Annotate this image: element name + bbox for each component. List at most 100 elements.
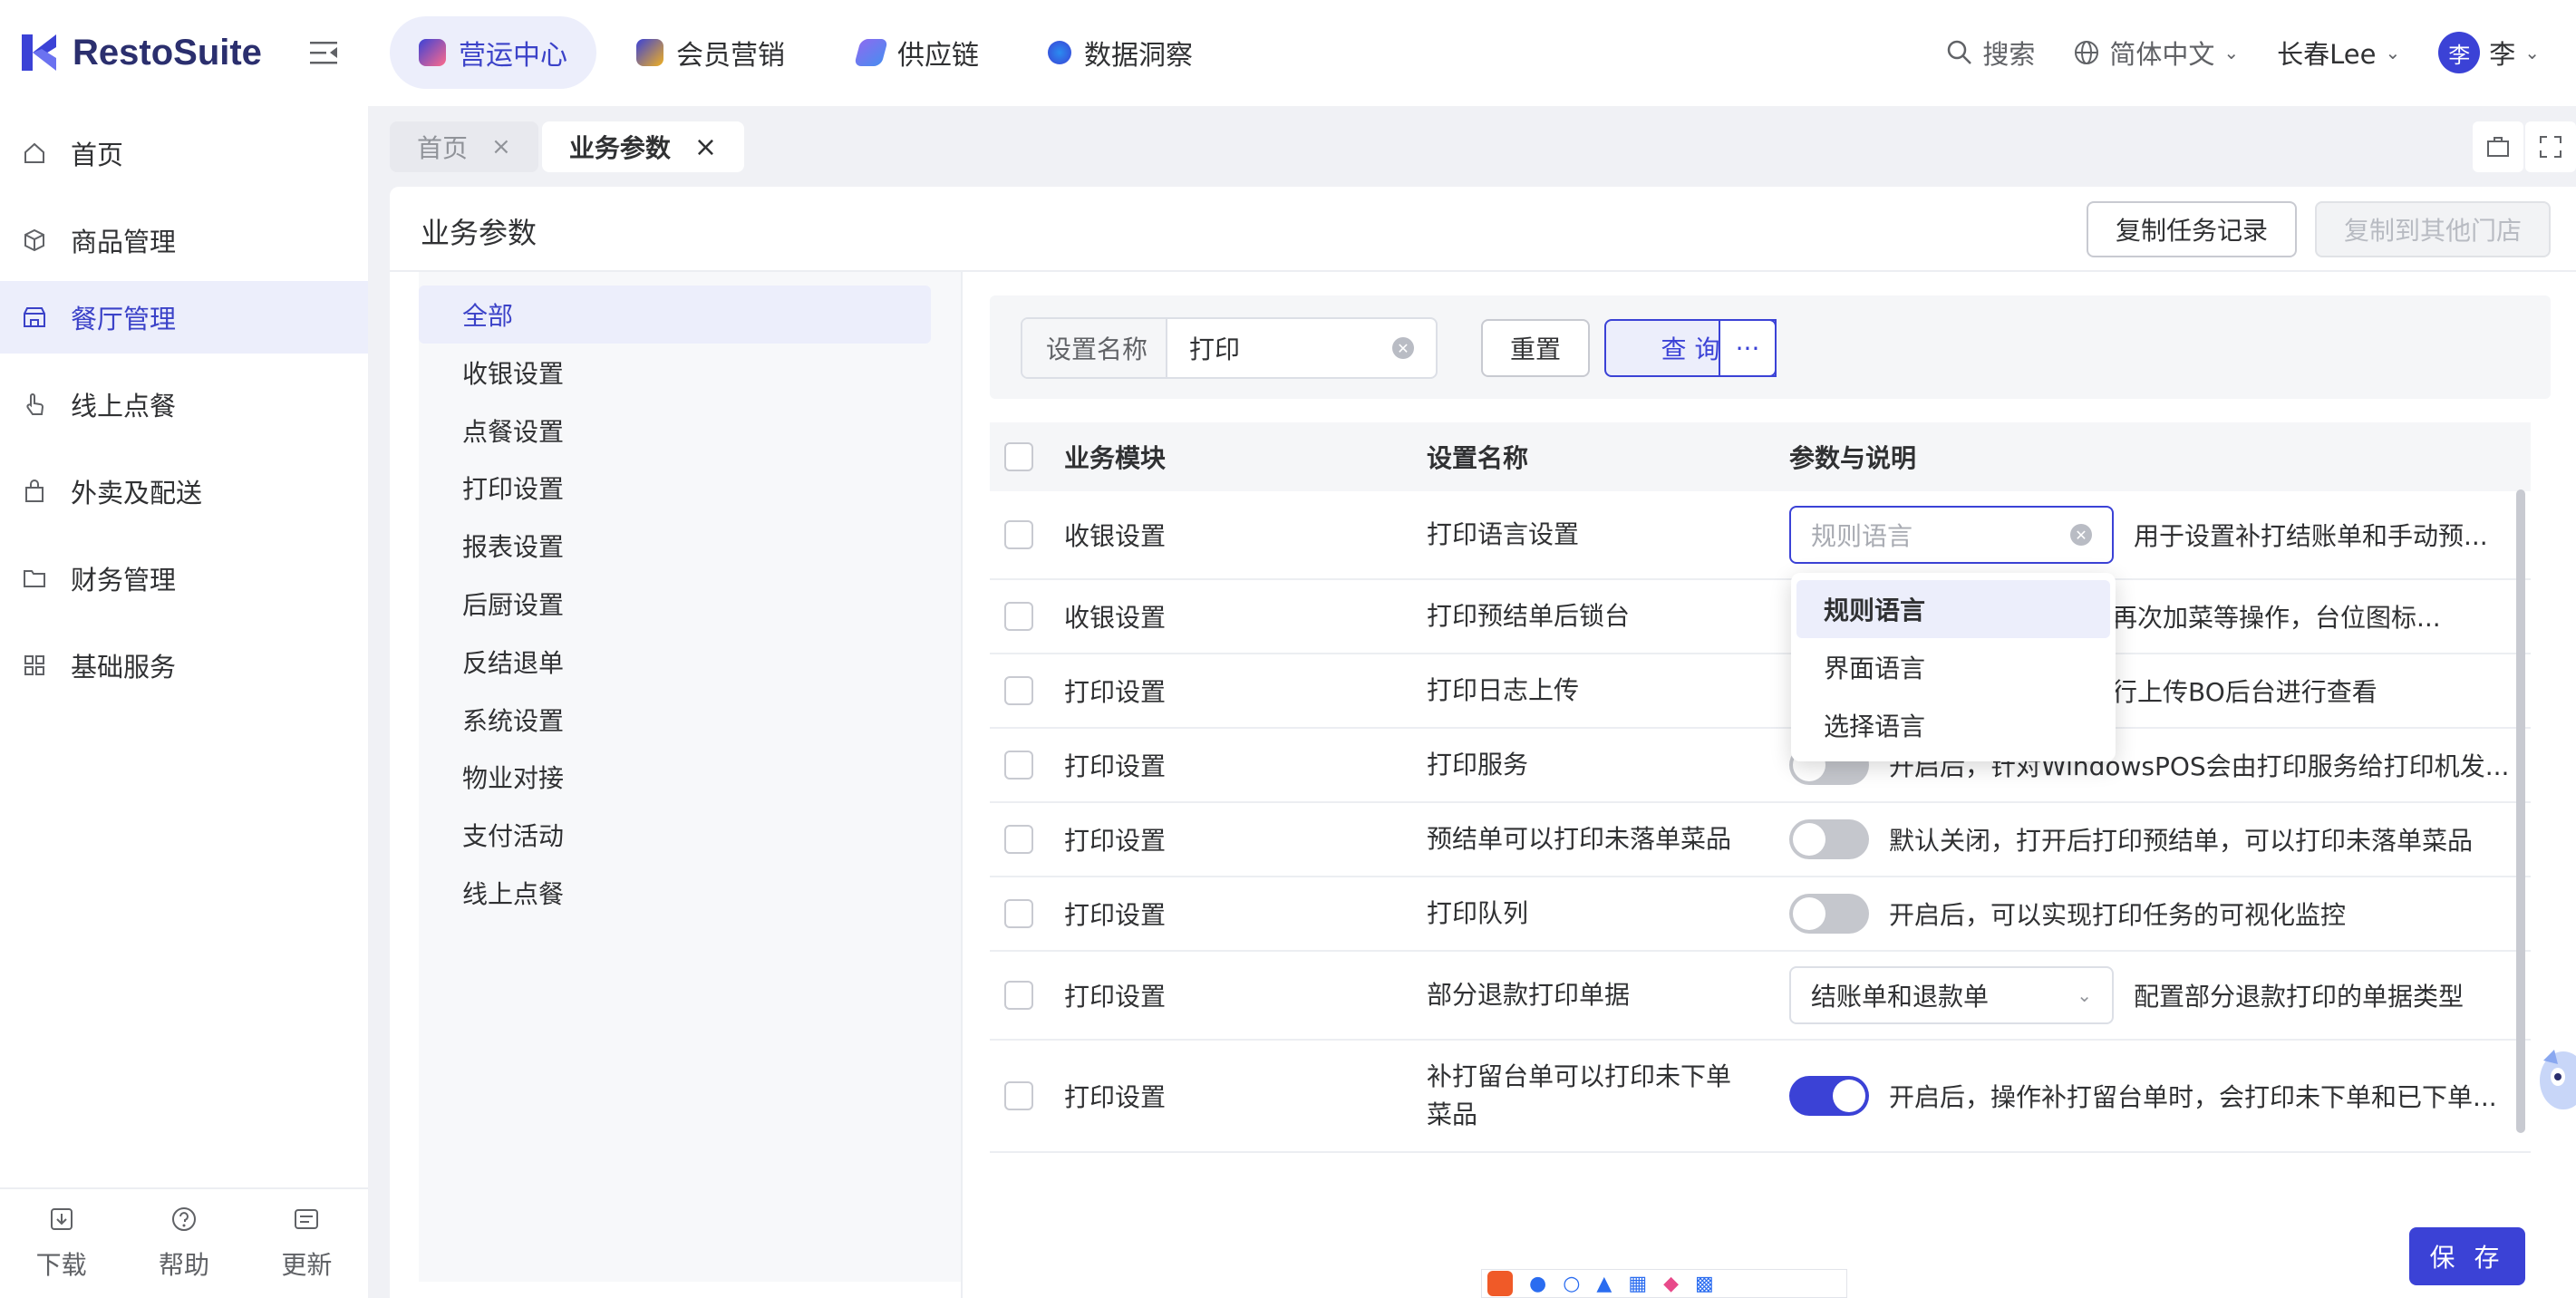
search-button[interactable]: 搜索 <box>1946 34 2035 72</box>
save-button[interactable]: 保 存 <box>2409 1227 2525 1285</box>
category-item[interactable]: 报表设置 <box>419 517 931 575</box>
cell-setting-name: 部分退款打印单据 <box>1427 980 1631 1010</box>
sidebar-item-label: 首页 <box>71 140 124 170</box>
clear-icon[interactable]: ✕ <box>2070 524 2092 546</box>
category-item[interactable]: 系统设置 <box>419 691 931 749</box>
nav-tab-membership[interactable]: 会员营销 <box>607 16 814 89</box>
divider <box>961 272 963 1298</box>
fullscreen-button[interactable] <box>2525 121 2576 172</box>
dropdown-option[interactable]: 选择语言 <box>1796 696 2110 754</box>
store-selector[interactable]: 长春Lee ⌄ <box>2277 34 2400 72</box>
row-checkbox[interactable] <box>1004 877 1033 950</box>
help-label: 帮助 <box>158 1250 209 1280</box>
table-row: 收银设置 打印语言设置 规则语言 ✕ 用于设置补打结账单和手动预... <box>990 491 2531 580</box>
collapse-menu-icon[interactable] <box>308 34 339 71</box>
row-checkbox[interactable] <box>1004 729 1033 801</box>
user-menu[interactable]: 李 李 ⌄ <box>2438 32 2540 73</box>
cell-module: 打印设置 <box>1064 751 1167 781</box>
avatar: 李 <box>2438 32 2481 73</box>
supply-chain-icon <box>853 39 889 66</box>
category-item[interactable]: 打印设置 <box>419 459 931 517</box>
setting-toggle[interactable] <box>1789 803 1869 876</box>
copy-to-other-stores-button[interactable]: 复制到其他门店 <box>2315 201 2552 257</box>
category-item[interactable]: 点餐设置 <box>419 402 931 460</box>
category-item[interactable]: 全部 <box>419 286 931 344</box>
chevron-down-icon: ⌄ <box>2077 984 2092 1006</box>
dropdown-option[interactable]: 规则语言 <box>1796 580 2110 638</box>
reset-button[interactable]: 重置 <box>1481 319 1590 377</box>
page-tabs: 首页 × 业务参数 × <box>390 121 744 172</box>
row-checkbox[interactable] <box>1004 952 1033 1039</box>
cube-icon <box>24 228 44 252</box>
refund-docs-select[interactable]: 结账单和退款单 ⌄ <box>1789 952 2114 1039</box>
category-item[interactable]: 线上点餐 <box>419 864 931 922</box>
cell-setting-name: 打印预结单后锁台 <box>1427 601 1631 631</box>
assistant-mascot-icon[interactable] <box>2527 1033 2576 1128</box>
page-tab-business-params[interactable]: 业务参数 × <box>541 121 744 172</box>
sidebar-item-label: 商品管理 <box>71 227 177 257</box>
row-checkbox[interactable] <box>1004 803 1033 876</box>
download-label: 下载 <box>35 1250 87 1280</box>
download-icon <box>50 1208 73 1230</box>
close-icon[interactable]: × <box>491 133 511 160</box>
page-tab-label: 首页 <box>417 133 469 163</box>
category-item[interactable]: 支付活动 <box>419 806 931 864</box>
sidebar-item-label: 餐厅管理 <box>71 304 177 334</box>
language-select[interactable]: 规则语言 ✕ <box>1789 491 2114 578</box>
sidebar-item-restaurant[interactable]: 餐厅管理 <box>0 281 368 354</box>
operations-icon <box>419 39 446 66</box>
row-checkbox[interactable] <box>1004 580 1033 653</box>
logo[interactable]: RestoSuite <box>20 27 262 78</box>
refresh-page-button[interactable] <box>2473 121 2523 172</box>
logo-icon <box>22 34 56 71</box>
dropdown-option[interactable]: 界面语言 <box>1796 638 2110 696</box>
sidebar-item-basic-services[interactable]: 基础服务 <box>0 629 368 702</box>
sidebar-item-products[interactable]: 商品管理 <box>0 204 368 276</box>
table-scrollbar[interactable] <box>2516 489 2525 1133</box>
data-insights-icon <box>1048 41 1071 64</box>
header-param: 参数与说明 <box>1789 443 1917 473</box>
update-button[interactable]: 更新 <box>281 1206 332 1282</box>
language-selector[interactable]: 简体中文 ⌄ <box>2073 34 2239 72</box>
setting-toggle[interactable] <box>1789 1041 1869 1151</box>
chevron-down-icon: ⌄ <box>2385 42 2401 63</box>
close-icon[interactable]: × <box>694 131 717 163</box>
setting-name-filter[interactable]: 设置名称 打印 ✕ <box>1021 317 1438 379</box>
sidebar-item-delivery[interactable]: 外卖及配送 <box>0 455 368 528</box>
download-button[interactable]: 下载 <box>36 1206 87 1282</box>
user-name: 李 <box>2489 39 2516 70</box>
sidebar-item-finance[interactable]: 财务管理 <box>0 542 368 615</box>
ime-mode-icon: ● <box>1529 1272 1547 1295</box>
sidebar-item-online-order[interactable]: 线上点餐 <box>0 368 368 441</box>
select-all-checkbox[interactable] <box>1004 422 1033 491</box>
row-checkbox[interactable] <box>1004 654 1033 727</box>
nav-tab-data-insights[interactable]: 数据洞察 <box>1019 16 1222 89</box>
row-checkbox[interactable] <box>1004 491 1033 578</box>
help-button[interactable]: 帮助 <box>159 1206 209 1282</box>
more-button[interactable]: ··· <box>1719 319 1777 377</box>
nav-tab-label: 会员营销 <box>676 40 785 72</box>
table-row: 打印设置 打印队列 开启后，可以实现打印任务的可视化监控 <box>990 877 2531 952</box>
ime-toolbar[interactable]: ● ○ ▲ ▦ ◆ ▩ <box>1481 1269 1847 1298</box>
category-item[interactable]: 物业对接 <box>419 748 931 806</box>
page-title: 业务参数 <box>421 216 537 250</box>
header-module: 业务模块 <box>1064 443 1167 473</box>
filter-input[interactable]: 打印 <box>1167 330 1392 366</box>
sidebar-item-home[interactable]: 首页 <box>0 117 368 189</box>
cell-description: 用于设置补打结账单和手动预... <box>2134 521 2488 551</box>
cell-setting-name: 打印语言设置 <box>1427 519 1580 549</box>
category-item[interactable]: 收银设置 <box>419 344 931 402</box>
setting-toggle[interactable] <box>1789 877 1869 950</box>
copy-task-record-button[interactable]: 复制任务记录 <box>2087 201 2298 257</box>
row-checkbox[interactable] <box>1004 1041 1033 1151</box>
cell-module: 打印设置 <box>1064 900 1167 930</box>
clear-icon[interactable]: ✕ <box>1392 337 1414 359</box>
table-row: 打印设置 预结单可以打印未落单菜品 默认关闭，打开后打印预结单，可以打印未落单菜品 <box>990 803 2531 877</box>
tab-tools <box>2473 121 2576 172</box>
table-row: 收银设置 打印预结单后锁台 允许再次加菜等操作，台位图标... <box>990 580 2531 654</box>
nav-tab-supply-chain[interactable]: 供应链 <box>828 16 1008 89</box>
category-item[interactable]: 后厨设置 <box>419 575 931 633</box>
page-tab-home[interactable]: 首页 × <box>390 121 538 172</box>
nav-tab-operations[interactable]: 营运中心 <box>390 16 596 89</box>
category-item[interactable]: 反结退单 <box>419 633 931 691</box>
